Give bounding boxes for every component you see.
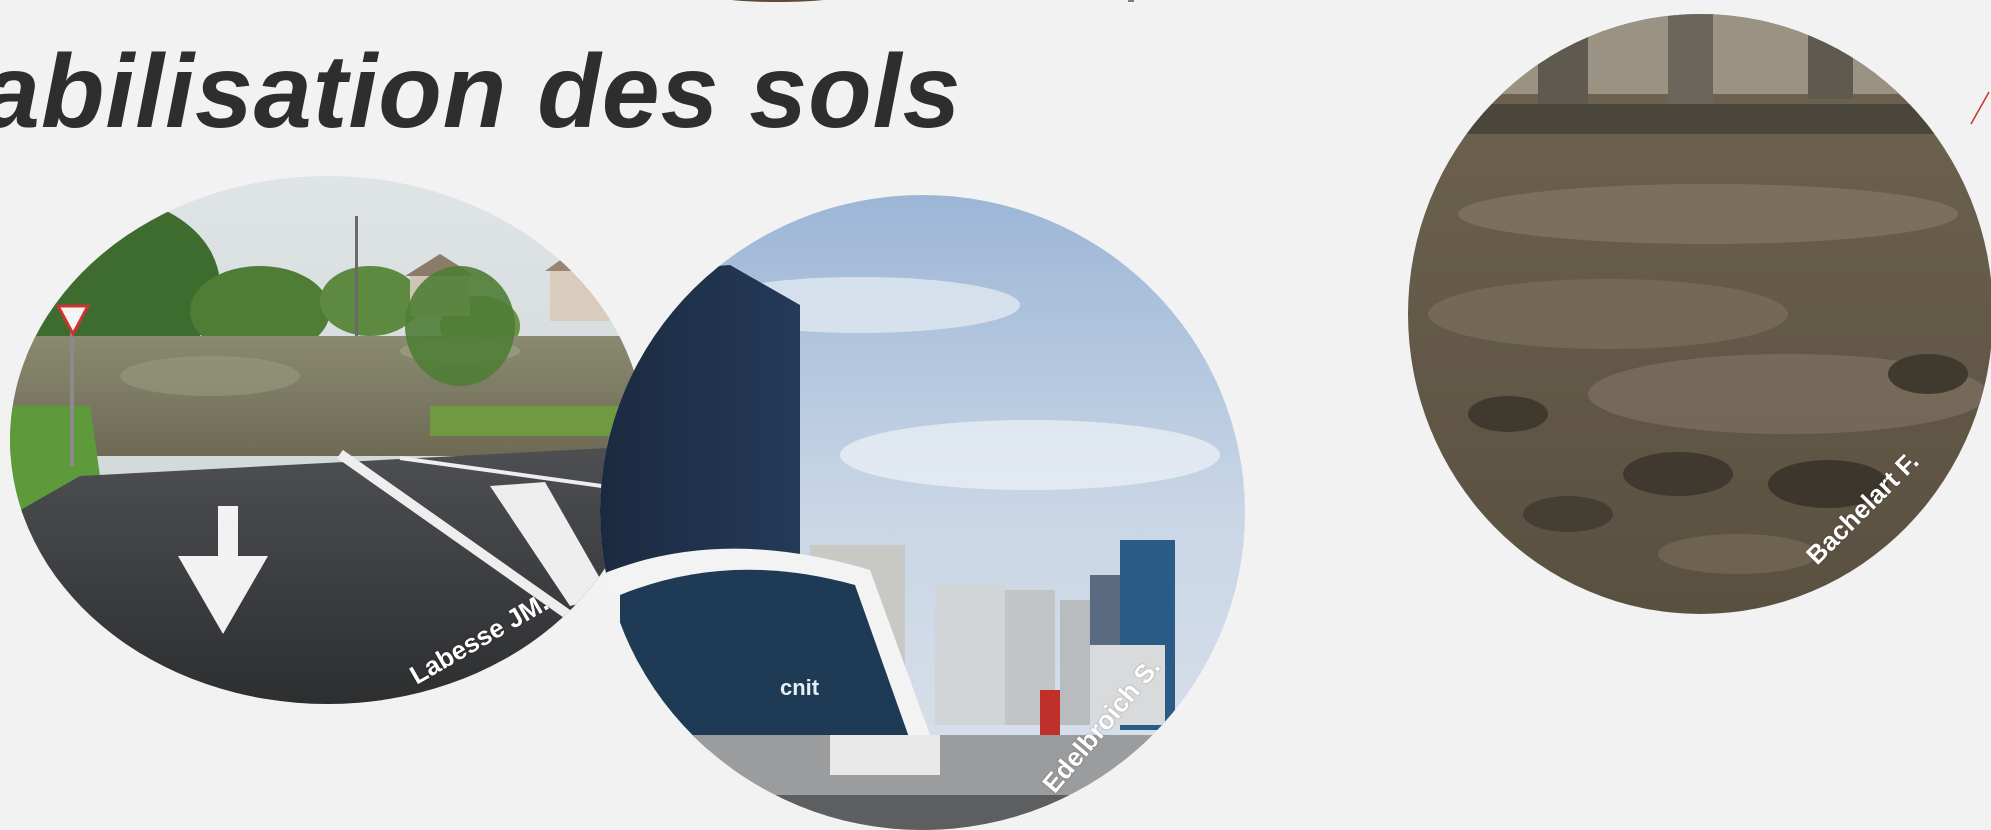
la-defense-photo: cnit (600, 195, 1245, 830)
slide-title: abilisation des sols (0, 34, 962, 150)
muddy-ground-photo (1408, 14, 1991, 614)
top-line-decoration (1128, 0, 1134, 2)
cnit-sign: cnit (780, 675, 820, 700)
accent-line-decoration (1970, 91, 1990, 125)
flooded-road-photo (10, 176, 645, 704)
top-image-edge (720, 0, 835, 2)
